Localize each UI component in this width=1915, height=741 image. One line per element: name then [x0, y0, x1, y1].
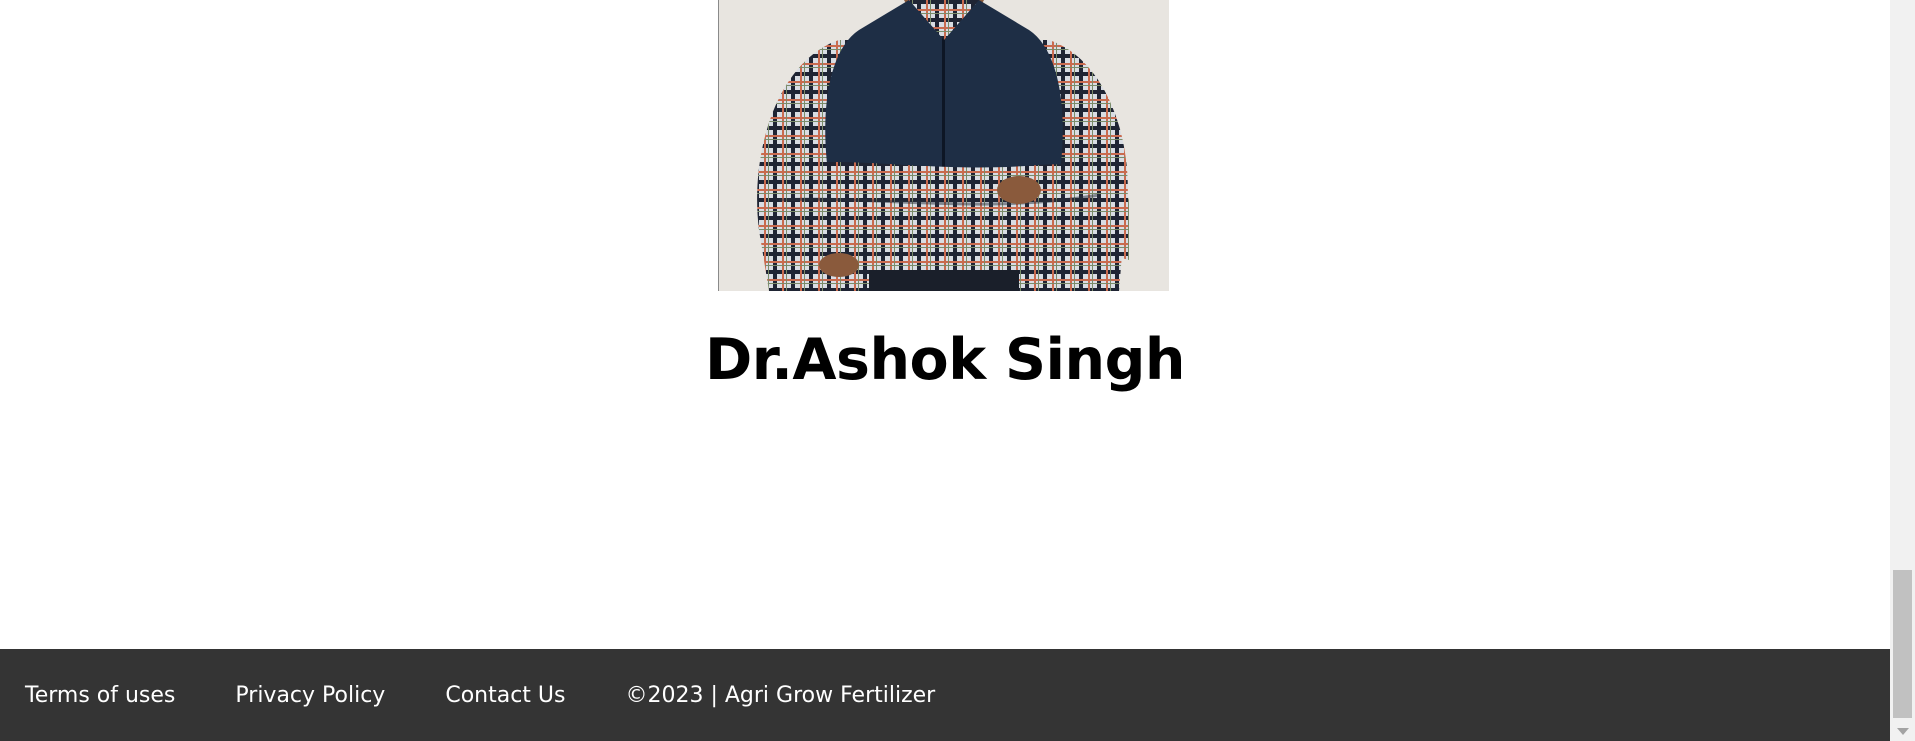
person-name-heading: Dr.Ashok Singh [704, 327, 1186, 393]
footer-link-privacy[interactable]: Privacy Policy [235, 683, 385, 708]
scrollbar-thumb[interactable] [1893, 570, 1912, 718]
scroll-down-arrow-icon[interactable] [1897, 728, 1909, 735]
vertical-scrollbar[interactable] [1890, 0, 1915, 741]
footer-copyright: ©2023 | Agri Grow Fertilizer [625, 682, 936, 708]
footer-link-contact[interactable]: Contact Us [445, 683, 565, 708]
page-viewport: Dr.Ashok Singh Terms of uses Privacy Pol… [0, 0, 1890, 741]
site-footer: Terms of uses Privacy Policy Contact Us … [0, 649, 1890, 741]
profile-photo [718, 0, 1169, 291]
person-photo-illustration [719, 0, 1169, 291]
footer-link-terms[interactable]: Terms of uses [25, 683, 175, 708]
